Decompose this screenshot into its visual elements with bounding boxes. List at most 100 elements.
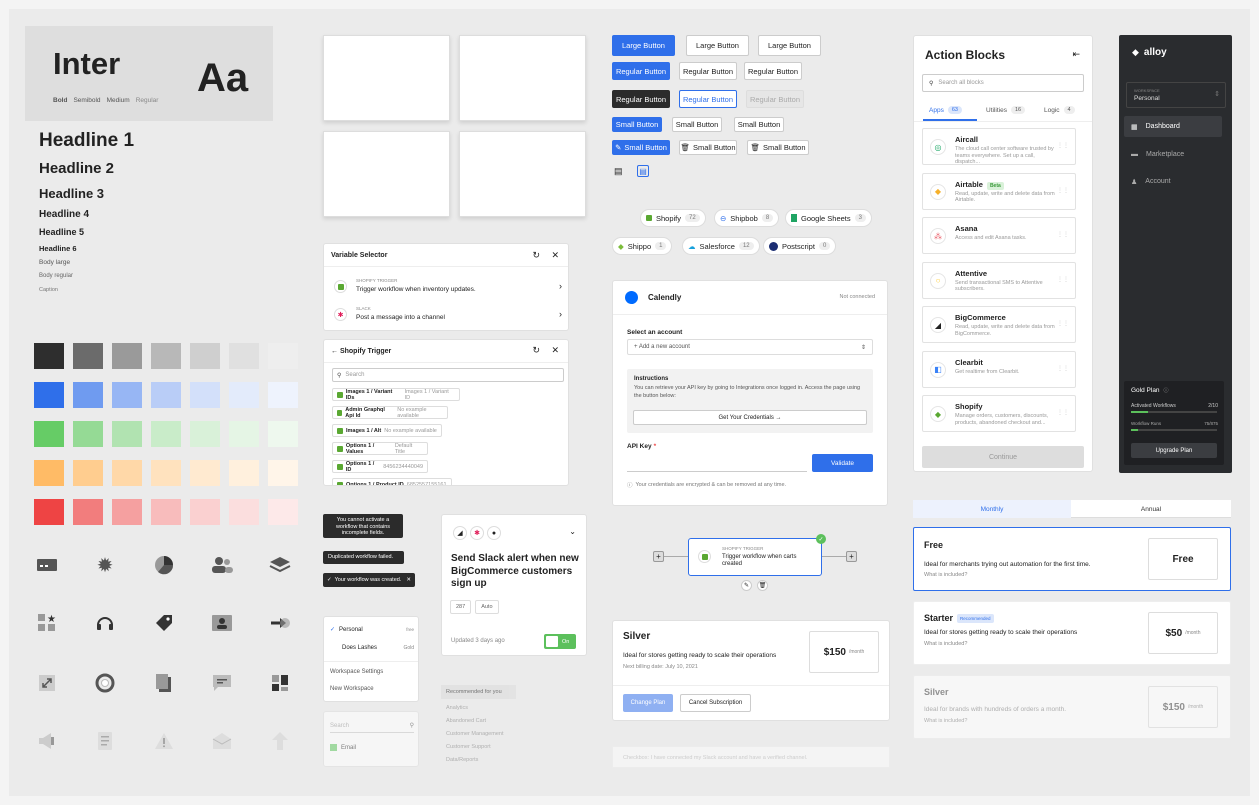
regular-button-focused[interactable]: Regular Button: [679, 90, 737, 108]
continue-button[interactable]: Continue: [922, 446, 1084, 468]
plan-details-link[interactable]: What is included?: [924, 572, 967, 578]
add-step-right-button[interactable]: +: [846, 551, 857, 562]
tab-apps[interactable]: Apps 63: [929, 106, 962, 114]
nav-dashboard[interactable]: ▦ Dashboard: [1124, 116, 1222, 137]
regular-button-disabled[interactable]: Regular Button: [746, 90, 804, 108]
regular-button-pressed[interactable]: Regular Button: [612, 90, 670, 108]
action-block-item[interactable]: ◢ BigCommerce Read, update, write and dele…: [922, 306, 1076, 343]
plan-card-starter[interactable]: Starter Recommended Ideal for stores gett…: [913, 601, 1231, 665]
recommended-item[interactable]: Abandoned Cart: [446, 718, 486, 724]
collapse-panel-icon[interactable]: ⇤: [1072, 49, 1080, 60]
small-button-tertiary[interactable]: Small Button: [734, 117, 784, 132]
close-icon[interactable]: ✕: [551, 345, 559, 356]
variable-row[interactable]: Admin Graphql Api Id No example available: [332, 406, 448, 419]
refresh-icon[interactable]: ↻: [532, 345, 540, 356]
headline-6: Headline 6: [39, 244, 77, 253]
action-block-item[interactable]: ⁂ Asana Access and edit Asana tasks. ⋮⋮: [922, 217, 1076, 254]
recommended-item[interactable]: Customer Support: [446, 744, 491, 750]
account-select[interactable]: + Add a new account ⇕: [627, 339, 873, 355]
get-credentials-button[interactable]: Get Your Credentials →: [633, 410, 867, 425]
new-workspace-link[interactable]: New Workspace: [330, 686, 374, 692]
app-chip-salesforce[interactable]: ☁ Salesforce 12: [682, 237, 760, 255]
regular-button-tertiary[interactable]: Regular Button: [744, 62, 802, 80]
app-chip-postscript[interactable]: Postscript 0: [763, 237, 837, 255]
search-input[interactable]: ⚲ Search: [332, 368, 564, 382]
tab-annual[interactable]: Annual: [1071, 500, 1231, 518]
small-icon-button-tertiary[interactable]: 🗑 Small Button: [747, 140, 809, 155]
drag-handle-icon[interactable]: ⋮⋮: [1057, 409, 1069, 416]
nav-account[interactable]: ♟ Account: [1124, 171, 1222, 192]
workspace-item[interactable]: ✓ Personal free: [330, 626, 414, 634]
action-block-item[interactable]: ◆ Shopify Manage orders, customers, discou…: [922, 395, 1076, 432]
nav-marketplace[interactable]: ▬ Marketplace: [1124, 144, 1222, 165]
large-button-primary[interactable]: Large Button: [612, 35, 675, 56]
recommended-item[interactable]: Data/Reports: [446, 757, 478, 763]
action-block-item[interactable]: ◎ Aircall The cloud call center software t…: [922, 128, 1076, 165]
workspace-switcher[interactable]: WORKSPACE Personal ⇕: [1126, 82, 1226, 108]
validate-button[interactable]: Validate: [812, 454, 873, 472]
plan-card-silver[interactable]: Silver Ideal for brands with hundreds of…: [913, 675, 1231, 739]
small-icon-button-primary[interactable]: ✎ Small Button: [612, 140, 670, 155]
variable-row[interactable]: Images 1 / Variant IDs Images 1 / Variant…: [332, 388, 460, 401]
api-key-input[interactable]: [627, 454, 807, 472]
close-icon[interactable]: ✕: [551, 250, 559, 261]
variable-option[interactable]: ✱ SLACK Post a message into a channel ›: [332, 305, 562, 327]
variable-row[interactable]: Options 1 / Values Default Title: [332, 442, 428, 455]
drag-handle-icon[interactable]: ⋮⋮: [1057, 365, 1069, 372]
search-input[interactable]: Search ⚲: [330, 719, 414, 733]
variable-row[interactable]: Options 1 / Product ID 6852557155161: [332, 478, 452, 485]
app-chip-google-sheets[interactable]: Google Sheets 3: [785, 209, 872, 227]
recipe-toggle[interactable]: On: [544, 634, 576, 649]
workflow-trigger-node[interactable]: SHOPIFY TRIGGER Trigger workflow when ca…: [688, 534, 826, 576]
cancel-subscription-button[interactable]: Cancel Subscription: [680, 694, 751, 712]
workspace-settings-link[interactable]: Workspace Settings: [330, 669, 383, 675]
list-item[interactable]: Email: [330, 744, 356, 751]
plan-card-free[interactable]: Free Ideal for merchants trying out auto…: [913, 527, 1231, 591]
tab-logic[interactable]: Logic 4: [1044, 106, 1075, 114]
action-block-item[interactable]: ◆ Airtable Beta Read, update, write and del…: [922, 172, 1076, 210]
small-button-primary[interactable]: Small Button: [612, 117, 662, 132]
app-chip-shippo[interactable]: ◆ Shippo 1: [612, 237, 673, 255]
blocks-search-input[interactable]: ⚲ Search all blocks: [922, 74, 1084, 92]
large-button-tertiary[interactable]: Large Button: [758, 35, 821, 56]
chevron-down-icon[interactable]: ⌄: [569, 527, 576, 536]
recommended-item[interactable]: Customer Management: [446, 731, 503, 737]
tab-monthly[interactable]: Monthly: [913, 500, 1071, 518]
recommended-item[interactable]: Analytics: [446, 705, 468, 711]
drag-handle-icon[interactable]: ⋮⋮: [1057, 142, 1069, 149]
action-block-item[interactable]: ○ Attentive Send transactional SMS to Atte…: [922, 261, 1076, 299]
change-plan-button[interactable]: Change Plan: [623, 694, 673, 712]
action-block-name-text: Asana: [955, 224, 978, 233]
drag-handle-icon[interactable]: ⋮⋮: [1057, 276, 1069, 283]
add-step-left-button[interactable]: +: [653, 551, 664, 562]
variable-value: Default Title: [394, 442, 413, 455]
upgrade-plan-button[interactable]: Upgrade Plan: [1131, 443, 1217, 458]
app-chip-shipbob[interactable]: ⊖ Shipbob 8: [714, 209, 780, 227]
regular-button-secondary[interactable]: Regular Button: [679, 62, 737, 80]
small-button-secondary[interactable]: Small Button: [672, 117, 722, 132]
close-icon[interactable]: ✕: [406, 577, 411, 583]
panel-back-title[interactable]: ← Shopify Trigger: [331, 348, 391, 355]
workspace-item[interactable]: Does Lashes Gold: [342, 645, 414, 651]
tab-utilities[interactable]: Utilities 16: [986, 106, 1026, 114]
variable-row[interactable]: Images 1 / Alt No example available: [332, 424, 442, 437]
checkbox[interactable]: [330, 744, 337, 751]
regular-button-primary[interactable]: Regular Button: [612, 62, 670, 80]
drag-handle-icon[interactable]: ⋮⋮: [1057, 320, 1069, 327]
edit-node-button[interactable]: ✎: [741, 580, 752, 591]
action-block-item[interactable]: ◧ Clearbit Get realtime from Clearbit. ⋮⋮: [922, 350, 1076, 388]
recipe-card[interactable]: ◢ ✱ ● ⌄ Send Slack alert when new BigCom…: [441, 514, 587, 656]
small-icon-button-secondary[interactable]: 🗑 Small Button: [679, 140, 737, 155]
calendar-icon[interactable]: ▤: [614, 166, 623, 177]
large-button-secondary[interactable]: Large Button: [686, 35, 749, 56]
variable-row[interactable]: Options 1 / ID 8456234440049: [332, 460, 428, 473]
drag-handle-icon[interactable]: ⋮⋮: [1057, 187, 1069, 194]
drag-handle-icon[interactable]: ⋮⋮: [1057, 231, 1069, 238]
variable-option[interactable]: SHOPIFY TRIGGER Trigger workflow when in…: [332, 277, 562, 299]
delete-node-button[interactable]: 🗑: [757, 580, 768, 591]
plan-details-link[interactable]: What is included?: [924, 718, 967, 724]
app-chip-shopify[interactable]: Shopify 72: [640, 209, 706, 227]
calendar-icon-active[interactable]: ▤: [637, 165, 649, 177]
plan-details-link[interactable]: What is included?: [924, 641, 967, 647]
refresh-icon[interactable]: ↻: [532, 250, 540, 261]
